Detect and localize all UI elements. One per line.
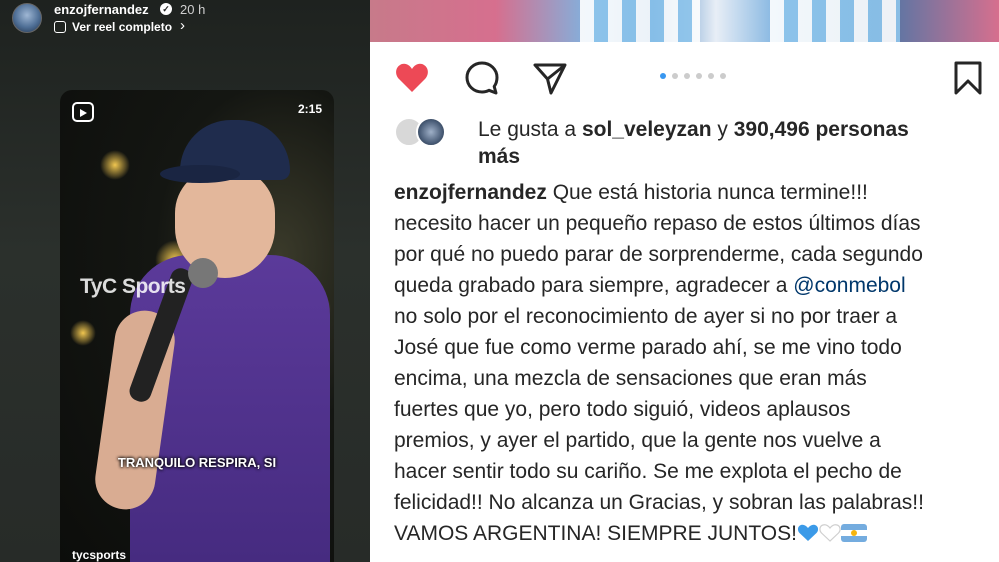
carousel-dot	[684, 73, 690, 79]
video-duration: 2:15	[297, 102, 322, 116]
likes-count[interactable]: 390,496 personas	[734, 118, 909, 141]
carousel-indicator	[660, 73, 726, 79]
caption-text: necesito hacer un pequeño repaso de esto…	[394, 212, 921, 235]
caption-text: premios, y ayer el partido, que la gente…	[394, 429, 881, 452]
liker-username[interactable]: sol_veleyzan	[582, 118, 712, 141]
bookmark-icon[interactable]	[950, 60, 986, 96]
boy-cap-visor	[160, 165, 240, 183]
caption-text: José que fue como verme parado ahí, se m…	[394, 336, 902, 359]
caption-text: encima, una mezcla de sensaciones que er…	[394, 367, 867, 390]
reels-icon	[72, 102, 94, 122]
caption-text: por qué no puedo parar de sorprenderme, …	[394, 243, 923, 266]
likes-suffix[interactable]: más	[478, 145, 520, 168]
microphone-head	[188, 258, 218, 288]
caption-username[interactable]: enzojfernandez	[394, 181, 547, 204]
tyc-sports-watermark: TyC Sports	[80, 275, 186, 298]
chevron-right-icon[interactable]: ›	[180, 17, 185, 34]
carousel-dot	[720, 73, 726, 79]
caption-text: hacer sentir todo su cariño. Se me explo…	[394, 460, 902, 483]
post-caption: enzojfernandez Que está historia nunca t…	[394, 177, 994, 549]
carousel-dot	[696, 73, 702, 79]
carousel-dot	[708, 73, 714, 79]
avatar[interactable]	[12, 3, 42, 33]
blue-heart-icon	[797, 524, 819, 541]
comment-icon[interactable]	[464, 60, 500, 96]
story-timestamp: 20 h	[180, 2, 206, 17]
likes-prefix: Le gusta a	[478, 118, 577, 141]
story-panel: enzojfernandez ✓ 20 h Ver reel completo …	[0, 0, 370, 562]
likes-connector: y	[717, 118, 728, 141]
story-username[interactable]: enzojfernandez	[54, 2, 149, 17]
boy-face	[175, 168, 275, 278]
view-full-reel-link[interactable]: Ver reel completo	[72, 20, 172, 34]
caption-text: queda grabado para siempre, agradecer a	[394, 274, 788, 297]
caption-text: no solo por el reconocimiento de ayer si…	[394, 305, 898, 328]
verified-badge-icon: ✓	[160, 3, 172, 15]
video-credit: tycsports	[72, 548, 127, 562]
caption-text: Que está historia nunca termine!!!	[552, 181, 868, 204]
caption-text: fuertes que yo, pero todo siguió, videos…	[394, 398, 851, 421]
mention-link[interactable]: @conmebol	[793, 274, 905, 297]
argentina-flag-icon	[840, 524, 867, 542]
liked-by-avatars[interactable]	[394, 117, 454, 151]
post-photo[interactable]	[370, 0, 999, 42]
white-heart-icon	[819, 524, 841, 542]
light-sparkle	[70, 320, 96, 346]
heart-icon[interactable]	[394, 60, 430, 96]
caption-text: felicidad!! No alcanza un Gracias, y sob…	[394, 491, 924, 514]
light-sparkle	[100, 150, 130, 180]
post-panel: Le gusta a sol_veleyzan y 390,496 person…	[370, 0, 999, 562]
share-icon[interactable]	[532, 60, 568, 96]
carousel-dot	[672, 73, 678, 79]
likes-summary[interactable]: Le gusta a sol_veleyzan y 390,496 person…	[478, 116, 988, 170]
video-subtitle: TRANQUILO RESPIRA, SI	[117, 455, 277, 470]
reel-icon	[54, 21, 66, 33]
caption-text: VAMOS ARGENTINA! SIEMPRE JUNTOS!	[394, 522, 797, 545]
reel-video[interactable]: 2:15 TyC Sports TRANQUILO RESPIRA, SI ty…	[60, 90, 334, 562]
avatar	[416, 117, 446, 147]
carousel-dot	[660, 73, 666, 79]
